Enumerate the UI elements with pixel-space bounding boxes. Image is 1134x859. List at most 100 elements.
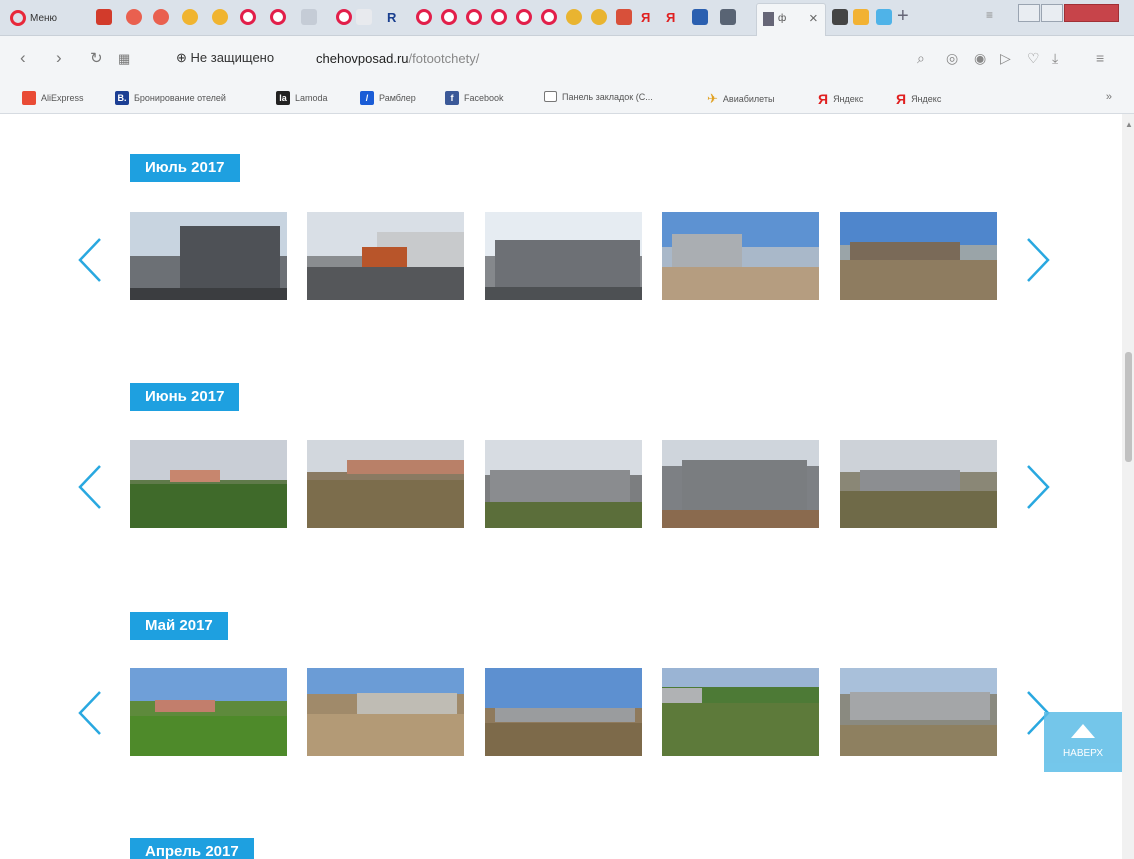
photo-thumbnail[interactable] xyxy=(662,212,819,300)
tab-ring-icon[interactable] xyxy=(491,9,507,25)
photo-thumbnail[interactable] xyxy=(662,440,819,528)
month-heading: Апрель 2017 xyxy=(130,838,254,859)
forward-icon[interactable]: › xyxy=(56,48,62,68)
photo-thumbnail[interactable] xyxy=(840,668,997,756)
tab-ring-icon[interactable] xyxy=(336,9,352,25)
photo-thumbnail[interactable] xyxy=(307,212,464,300)
tab-red-icon[interactable] xyxy=(126,9,142,25)
photo-thumbnail[interactable] xyxy=(840,440,997,528)
close-window-button[interactable] xyxy=(1064,4,1119,22)
bookmark-booking[interactable]: B. Бронирование отелей xyxy=(115,91,226,105)
carousel-next-button[interactable] xyxy=(1022,236,1054,284)
photo-thumbnail[interactable] xyxy=(307,668,464,756)
search-icon[interactable]: ⌕ xyxy=(917,50,925,67)
tab-yandex-icon[interactable]: Я xyxy=(666,10,675,25)
opera-menu-button[interactable]: Меню xyxy=(10,7,57,29)
bookmark-label: Рамблер xyxy=(379,93,416,103)
scrollbar-thumb[interactable] xyxy=(1125,352,1132,462)
tab-yandex-icon[interactable]: Я xyxy=(641,10,650,25)
bookmark-lamoda[interactable]: la Lamoda xyxy=(276,91,328,105)
active-tab[interactable]: ф × xyxy=(756,3,826,36)
camera-icon[interactable]: ◎ xyxy=(946,50,958,67)
reload-icon[interactable]: ↻ xyxy=(90,49,103,67)
carousel-prev-button[interactable] xyxy=(74,689,106,737)
photo-thumbnail[interactable] xyxy=(130,440,287,528)
photo-thumbnail[interactable] xyxy=(485,212,642,300)
bookmark-yandex[interactable]: Я Яндекс xyxy=(896,91,941,107)
address-bar: ‹ › ↻ ▦ ⊕ Не защищено chehovposad.ru/fot… xyxy=(0,36,1134,84)
tab-ring-icon[interactable] xyxy=(270,9,286,25)
tab-yellow-icon[interactable] xyxy=(182,9,198,25)
tab-grey-icon[interactable] xyxy=(301,9,317,25)
speed-dial-icon[interactable]: ▦ xyxy=(118,51,130,67)
tab-ring-icon[interactable] xyxy=(240,9,256,25)
carousel-prev-button[interactable] xyxy=(74,463,106,511)
tab-ring-icon[interactable] xyxy=(516,9,532,25)
tab-yellow-icon[interactable] xyxy=(591,9,607,25)
tab-doc-icon[interactable] xyxy=(720,9,736,25)
download-icon[interactable]: ⤓ xyxy=(1052,50,1058,67)
tab-tool-icon[interactable] xyxy=(832,9,848,25)
photo-thumbnail[interactable] xyxy=(662,668,819,756)
page-scrollbar[interactable]: ▲ xyxy=(1122,114,1134,859)
tab-ring-icon[interactable] xyxy=(416,9,432,25)
tab-yellow-icon[interactable] xyxy=(566,9,582,25)
bookmark-facebook[interactable]: f Facebook xyxy=(445,91,504,105)
sidebar-menu-icon[interactable]: ≡ xyxy=(1096,50,1104,66)
tab-ring-icon[interactable] xyxy=(466,9,482,25)
minimize-button[interactable] xyxy=(1018,4,1040,22)
bookmark-folder[interactable]: Панель закладок (С... xyxy=(544,91,653,102)
photo-thumbnail[interactable] xyxy=(307,440,464,528)
new-tab-button[interactable]: + xyxy=(897,5,909,28)
photo-thumbnail[interactable] xyxy=(840,212,997,300)
tab-menu-icon[interactable]: ≡ xyxy=(986,8,993,22)
bookmarks-bar: AliExpress B. Бронирование отелей la Lam… xyxy=(0,84,1134,114)
opera-menu-label: Меню xyxy=(30,12,58,24)
chevron-right-icon xyxy=(1027,465,1050,509)
maximize-button[interactable] xyxy=(1041,4,1063,22)
close-tab-icon[interactable]: × xyxy=(809,10,818,27)
photo-thumbnail[interactable] xyxy=(485,440,642,528)
carousel-next-button[interactable] xyxy=(1022,463,1054,511)
back-to-top-button[interactable]: НАВЕРХ xyxy=(1044,712,1122,772)
more-bookmarks-icon[interactable]: » xyxy=(1106,91,1112,103)
photo-thumbnail[interactable] xyxy=(130,668,287,756)
tab-person-icon[interactable] xyxy=(616,9,632,25)
tab-yellow-icon[interactable] xyxy=(212,9,228,25)
tab-r-icon[interactable]: R xyxy=(387,10,396,25)
tab-mail-icon[interactable] xyxy=(853,9,869,25)
heart-icon[interactable]: ♡ xyxy=(1027,50,1040,67)
url-host: chehovposad.ru xyxy=(316,51,409,66)
scroll-up-icon[interactable]: ▲ xyxy=(1125,120,1133,129)
tab-ring-icon[interactable] xyxy=(441,9,457,25)
photo-thumbnail[interactable] xyxy=(130,212,287,300)
carousel-prev-button[interactable] xyxy=(74,236,106,284)
tab-blue-icon[interactable] xyxy=(692,9,708,25)
security-indicator[interactable]: ⊕ Не защищено xyxy=(176,50,274,66)
aliexpress-icon xyxy=(22,91,36,105)
tab-grid-icon[interactable] xyxy=(876,9,892,25)
month-heading: Май 2017 xyxy=(130,612,228,640)
tab-strip: Меню R Я Я ф × + ≡ xyxy=(0,0,1134,36)
back-to-top-label: НАВЕРХ xyxy=(1062,748,1104,759)
back-icon[interactable]: ‹ xyxy=(20,48,26,68)
bookmark-yandex[interactable]: Я Яндекс xyxy=(818,91,863,107)
facebook-icon: f xyxy=(445,91,459,105)
chevron-right-icon xyxy=(1027,238,1050,282)
photo-thumbnail[interactable] xyxy=(485,668,642,756)
send-icon[interactable]: ▷ xyxy=(1000,50,1011,67)
bookmark-label: Lamoda xyxy=(295,93,328,103)
tab-pdf-icon[interactable] xyxy=(96,9,112,25)
vpn-icon[interactable]: ◉ xyxy=(974,50,986,67)
tab-list-icon[interactable] xyxy=(356,9,372,25)
month-heading: Июль 2017 xyxy=(130,154,240,182)
url-input[interactable]: chehovposad.ru/fotootchety/ xyxy=(316,51,479,66)
tab-red-icon[interactable] xyxy=(153,9,169,25)
tab-ring-icon[interactable] xyxy=(541,9,557,25)
bookmark-aviabilety[interactable]: ✈ Авиабилеты xyxy=(707,91,774,107)
bookmark-label: Бронирование отелей xyxy=(134,93,226,103)
bookmark-label: AliExpress xyxy=(41,93,84,103)
bookmark-rambler[interactable]: / Рамблер xyxy=(360,91,416,105)
bookmark-aliexpress[interactable]: AliExpress xyxy=(22,91,84,105)
chevron-left-icon xyxy=(78,691,101,735)
